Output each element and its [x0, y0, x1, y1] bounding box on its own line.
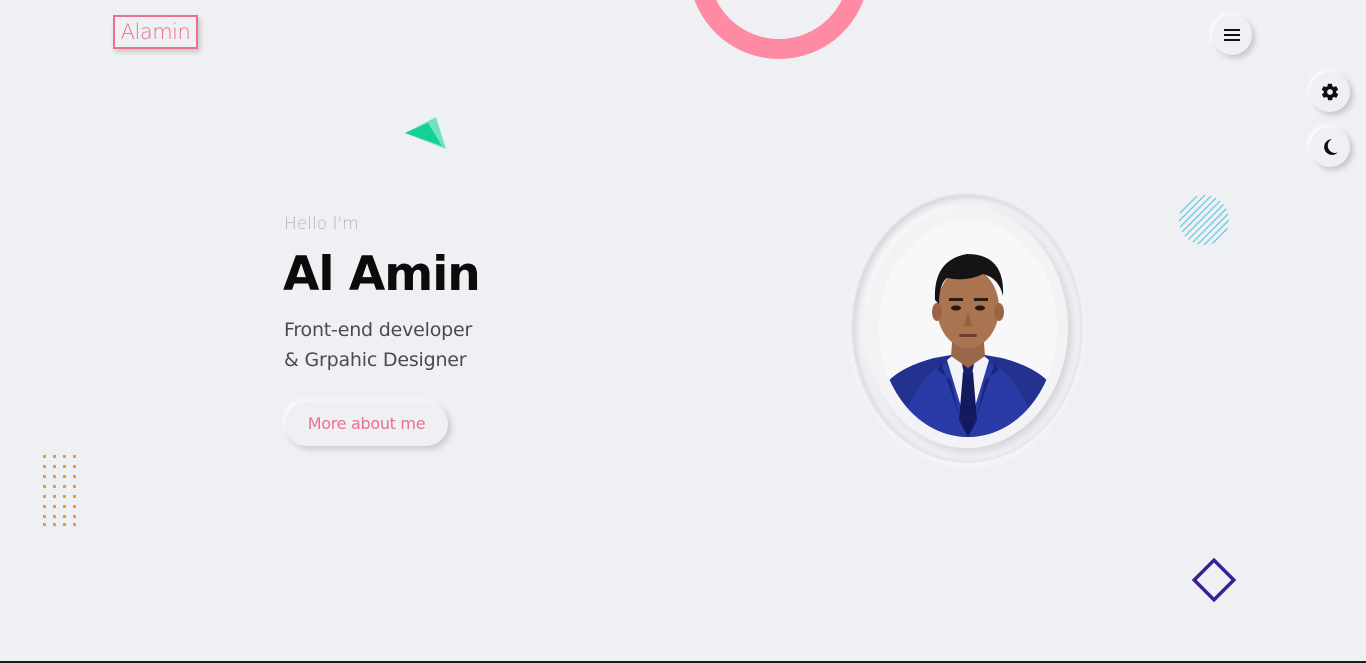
page: Alamin Hello I'm Al Amin Front-end devel… — [0, 0, 1366, 663]
theme-toggle-button[interactable] — [1310, 127, 1350, 167]
profile-photo — [879, 220, 1057, 437]
dot-grid-decoration — [43, 455, 76, 526]
role-text: Front-end developer & Grpahic Designer — [284, 315, 472, 375]
hero-name: Al Amin — [283, 247, 481, 302]
diamond-decoration — [1191, 557, 1237, 603]
striped-circle-decoration — [1179, 195, 1229, 245]
pink-ring-decoration — [694, 0, 864, 59]
role-line-2: & Grpahic Designer — [284, 349, 467, 371]
triangle-decoration — [405, 117, 446, 149]
site-logo[interactable]: Alamin — [113, 15, 198, 49]
menu-button[interactable] — [1212, 15, 1252, 55]
settings-button[interactable] — [1310, 72, 1350, 112]
greeting-text: Hello I'm — [284, 214, 359, 234]
gear-icon — [1321, 83, 1339, 101]
more-about-me-button[interactable]: More about me — [285, 402, 448, 446]
hamburger-menu-icon — [1224, 29, 1240, 41]
moon-icon — [1324, 139, 1338, 155]
role-line-1: Front-end developer — [284, 319, 473, 341]
